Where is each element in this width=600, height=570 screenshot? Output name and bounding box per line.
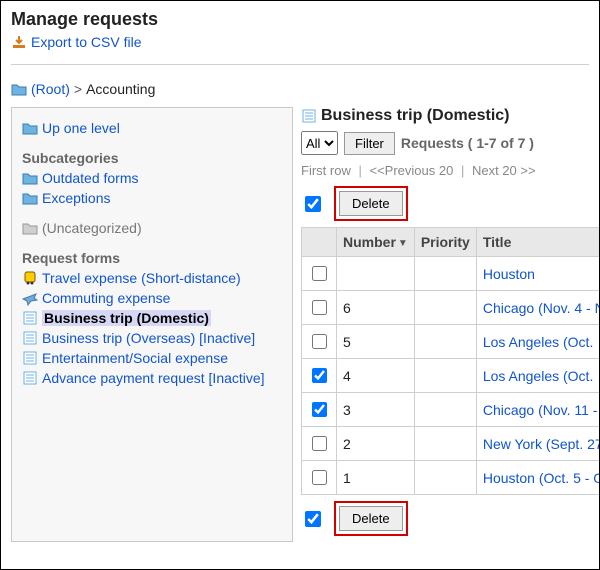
cell-number xyxy=(337,257,415,291)
request-form-link[interactable]: Entertainment/Social expense xyxy=(42,350,228,366)
cell-priority xyxy=(414,257,476,291)
filter-select[interactable]: All xyxy=(301,131,338,155)
pager-next: Next 20 >> xyxy=(472,163,536,178)
col-priority[interactable]: Priority xyxy=(414,228,476,257)
row-checkbox[interactable] xyxy=(312,334,327,349)
table-row: 5 Los Angeles (Oct. xyxy=(302,325,600,359)
export-icon xyxy=(11,34,27,50)
form-icon xyxy=(22,330,38,346)
request-title-link[interactable]: Chicago (Nov. 11 - xyxy=(483,402,598,418)
table-row: 3 Chicago (Nov. 11 - xyxy=(302,393,600,427)
pager-prev: <<Previous 20 xyxy=(369,163,453,178)
request-forms-heading: Request forms xyxy=(22,250,282,266)
uncategorized-link[interactable]: (Uncategorized) xyxy=(42,220,142,236)
folder-icon xyxy=(22,190,38,206)
select-all-bottom-checkbox[interactable] xyxy=(305,511,321,527)
subcategory-link[interactable]: Outdated forms xyxy=(42,170,139,186)
cell-priority xyxy=(414,359,476,393)
request-form-link[interactable]: Business trip (Domestic) xyxy=(42,310,211,326)
breadcrumb-sep: > xyxy=(74,81,82,97)
request-title-link[interactable]: Houston (Oct. 5 - O xyxy=(483,470,599,486)
request-form-link[interactable]: Business trip (Overseas) [Inactive] xyxy=(42,330,255,346)
col-title[interactable]: Title xyxy=(476,228,599,257)
table-row: 2 New York (Sept. 27 xyxy=(302,427,600,461)
cell-number: 6 xyxy=(337,291,415,325)
row-checkbox[interactable] xyxy=(312,300,327,315)
cell-priority xyxy=(414,393,476,427)
table-row: 1 Houston (Oct. 5 - O xyxy=(302,461,600,495)
cell-title: Houston xyxy=(476,257,599,291)
request-form-link[interactable]: Commuting expense xyxy=(42,290,170,306)
row-checkbox[interactable] xyxy=(312,402,327,417)
pager-first: First row xyxy=(301,163,351,178)
request-title-link[interactable]: New York (Sept. 27 xyxy=(483,436,599,452)
filter-button[interactable]: Filter xyxy=(344,132,395,155)
table-row: 4 Los Angeles (Oct. xyxy=(302,359,600,393)
delete-button-top[interactable]: Delete xyxy=(339,191,403,216)
subcategories-heading: Subcategories xyxy=(22,150,282,166)
cell-title: Los Angeles (Oct. xyxy=(476,359,599,393)
cell-number: 1 xyxy=(337,461,415,495)
cell-priority xyxy=(414,291,476,325)
cell-title: Chicago (Nov. 11 - xyxy=(476,393,599,427)
folder-icon xyxy=(11,81,27,97)
form-icon xyxy=(22,310,38,326)
form-icon xyxy=(301,108,317,124)
form-icon xyxy=(22,350,38,366)
cell-number: 2 xyxy=(337,427,415,461)
request-title-link[interactable]: Los Angeles (Oct. xyxy=(483,368,594,384)
breadcrumb: (Root) > Accounting xyxy=(1,75,599,107)
left-panel: Up one level Subcategories Outdated form… xyxy=(11,107,293,542)
request-count: Requests ( 1-7 of 7 ) xyxy=(401,135,534,151)
row-checkbox[interactable] xyxy=(312,436,327,451)
cell-title: New York (Sept. 27 xyxy=(476,427,599,461)
col-number[interactable]: Number▼ xyxy=(337,228,415,257)
request-form-link[interactable]: Travel expense (Short-distance) xyxy=(42,270,241,286)
cell-title: Chicago (Nov. 4 - N xyxy=(476,291,599,325)
table-row: 6 Chicago (Nov. 4 - N xyxy=(302,291,600,325)
requests-table: Number▼ Priority Title Houston 6 Chicago (… xyxy=(301,227,599,495)
request-title-link[interactable]: Houston xyxy=(483,266,535,282)
page-title: Manage requests xyxy=(11,9,589,30)
divider xyxy=(11,64,589,65)
request-title-link[interactable]: Chicago (Nov. 4 - N xyxy=(483,300,599,316)
sort-desc-icon: ▼ xyxy=(398,238,408,249)
cell-priority xyxy=(414,325,476,359)
pager: First row | <<Previous 20 | Next 20 >> xyxy=(301,163,599,178)
right-panel: Business trip (Domestic) All Filter Requ… xyxy=(293,107,599,542)
cell-number: 5 xyxy=(337,325,415,359)
select-all-top-checkbox[interactable] xyxy=(305,196,321,212)
folder-grey-icon xyxy=(22,220,38,236)
delete-highlight-bottom: Delete xyxy=(334,501,408,536)
folder-icon xyxy=(22,120,38,136)
train-icon xyxy=(22,270,38,286)
delete-highlight-top: Delete xyxy=(334,186,408,221)
breadcrumb-root[interactable]: (Root) xyxy=(31,81,70,97)
cell-number: 4 xyxy=(337,359,415,393)
subcategory-link[interactable]: Exceptions xyxy=(42,190,110,206)
table-row: Houston xyxy=(302,257,600,291)
folder-icon xyxy=(22,170,38,186)
row-checkbox[interactable] xyxy=(312,368,327,383)
request-form-link[interactable]: Advance payment request [Inactive] xyxy=(42,370,265,386)
row-checkbox[interactable] xyxy=(312,266,327,281)
breadcrumb-current: Accounting xyxy=(86,81,155,97)
cell-number: 3 xyxy=(337,393,415,427)
row-checkbox[interactable] xyxy=(312,470,327,485)
cell-title: Los Angeles (Oct. xyxy=(476,325,599,359)
cell-priority xyxy=(414,461,476,495)
cell-priority xyxy=(414,427,476,461)
up-one-level-link[interactable]: Up one level xyxy=(42,120,120,136)
plane-icon xyxy=(22,290,38,306)
request-title-link[interactable]: Los Angeles (Oct. xyxy=(483,334,594,350)
export-csv-link[interactable]: Export to CSV file xyxy=(31,34,142,50)
delete-button-bottom[interactable]: Delete xyxy=(339,506,403,531)
cell-title: Houston (Oct. 5 - O xyxy=(476,461,599,495)
right-title: Business trip (Domestic) xyxy=(321,107,509,125)
col-checkbox xyxy=(302,228,337,257)
form-icon xyxy=(22,370,38,386)
